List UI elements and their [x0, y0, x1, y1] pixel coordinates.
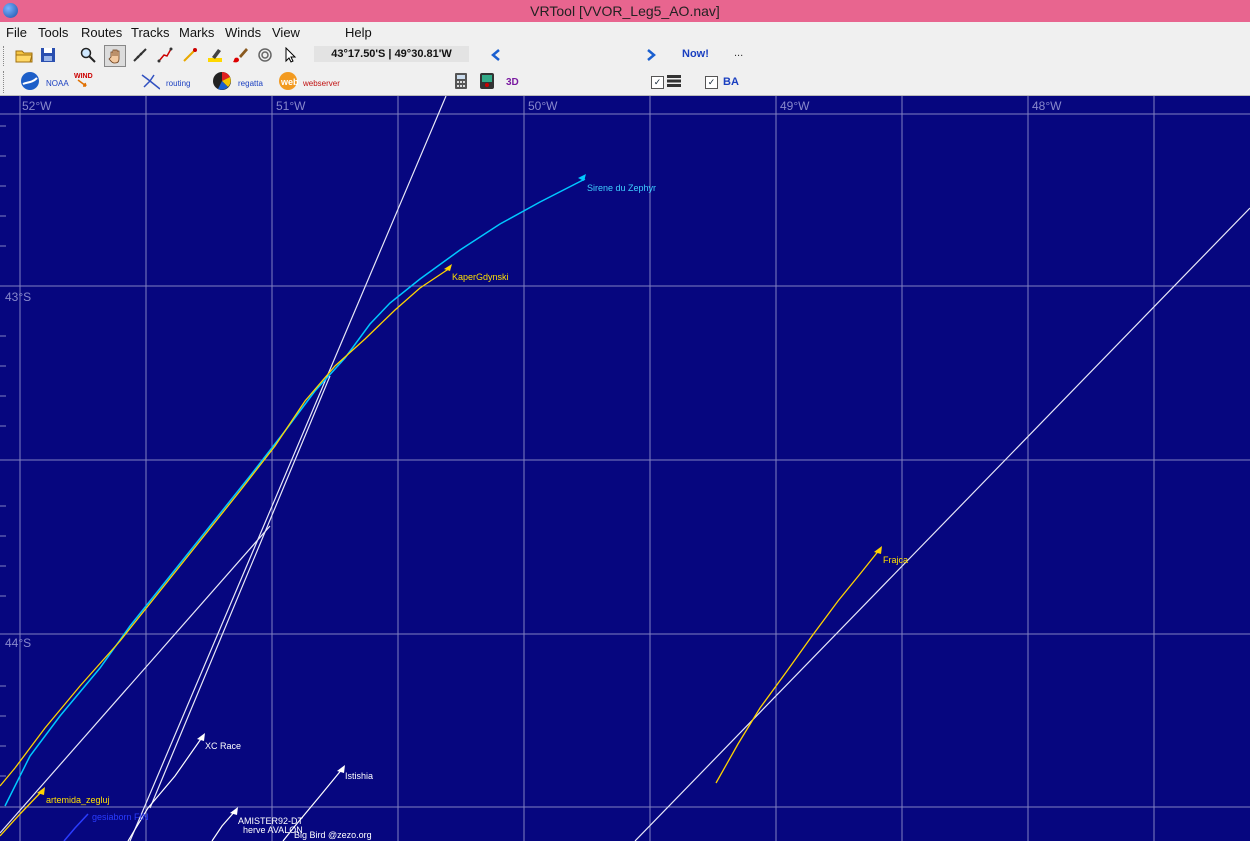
boat-label-xc-race[interactable]: XC Race: [205, 741, 241, 751]
boat-label-frajca[interactable]: Frajca: [883, 555, 908, 565]
webserver-label[interactable]: webserver: [303, 79, 340, 88]
previous-hour-icon[interactable]: [486, 45, 506, 65]
menu-marks[interactable]: Marks: [179, 25, 214, 40]
menu-tracks[interactable]: Tracks: [131, 25, 170, 40]
next-hour-icon[interactable]: [641, 45, 661, 65]
map-canvas[interactable]: 52°W 51°W 50°W 49°W 48°W 43°S 44°S Siren…: [0, 96, 1250, 841]
sirene-boat-icon[interactable]: [578, 174, 586, 181]
amister-boat-icon[interactable]: [230, 807, 238, 815]
routing-label[interactable]: routing: [166, 79, 190, 88]
noaa-label[interactable]: NOAA: [46, 79, 69, 88]
routing-icon[interactable]: [140, 71, 160, 91]
frajca-boat-icon[interactable]: [874, 546, 882, 554]
boat-label-gesiaborn[interactable]: gesiaborn FIN: [92, 812, 149, 822]
track-artemida[interactable]: [0, 789, 44, 837]
menu-help[interactable]: Help: [345, 25, 372, 40]
menu-bar: File Tools Routes Tracks Marks Winds Vie…: [0, 22, 1250, 43]
svg-text:web: web: [280, 77, 298, 87]
secondary-toolbar: NOAA WIND routing regatta web webserver …: [0, 68, 1250, 96]
artemida-boat-icon[interactable]: [37, 787, 45, 795]
lon-label-48w: 48°W: [1032, 99, 1062, 113]
menu-routes[interactable]: Routes: [81, 25, 122, 40]
track-frajca[interactable]: [715, 548, 881, 784]
boat-label-kapergdynski[interactable]: KaperGdynski: [452, 272, 509, 282]
istishia-boat-icon[interactable]: [337, 765, 345, 773]
ba-checkbox[interactable]: ✓: [705, 76, 718, 89]
chart-map[interactable]: 52°W 51°W 50°W 49°W 48°W 43°S 44°S Siren…: [0, 96, 1250, 841]
regatta-label[interactable]: regatta: [238, 79, 263, 88]
now-button[interactable]: Now!: [682, 48, 709, 60]
white-route-lines: [0, 96, 1250, 841]
hand-pan-icon[interactable]: [104, 45, 126, 67]
toolbar2-grip[interactable]: [3, 71, 7, 93]
gps-device-icon[interactable]: [477, 71, 497, 91]
save-icon[interactable]: [38, 45, 58, 65]
menu-file[interactable]: File: [6, 25, 27, 40]
boat-label-big-bird[interactable]: Big Bird @zezo.org: [294, 830, 372, 840]
wind-icon[interactable]: [76, 77, 90, 91]
track-gesiaborn[interactable]: [63, 813, 89, 841]
zoom-icon[interactable]: [78, 45, 98, 65]
pointer-icon[interactable]: [280, 45, 300, 65]
cursor-coordinates: 43°17.50'S | 49°30.81'W: [314, 46, 469, 62]
brush-icon[interactable]: [230, 45, 250, 65]
measure-icon[interactable]: [130, 45, 150, 65]
layers-icon[interactable]: [666, 73, 682, 89]
open-folder-icon[interactable]: [14, 45, 34, 65]
lat-label-44s: 44°S: [5, 636, 31, 650]
more-button[interactable]: ...: [734, 47, 743, 59]
lon-label-49w: 49°W: [780, 99, 810, 113]
lon-label-50w: 50°W: [528, 99, 558, 113]
calculator-icon[interactable]: [451, 71, 471, 91]
target-icon[interactable]: [255, 45, 275, 65]
main-toolbar: 43°17.50'S | 49°30.81'W 0 12 24 36 48 60…: [0, 43, 1250, 103]
track-amister[interactable]: [211, 809, 237, 841]
scale-ticks: [0, 125, 6, 777]
ba-label: BA: [723, 76, 739, 88]
webserver-icon[interactable]: web: [278, 71, 298, 91]
toolbar-grip[interactable]: [3, 46, 7, 66]
noaa-icon[interactable]: [20, 71, 40, 91]
boat-label-istishia[interactable]: Istishia: [345, 771, 373, 781]
track-kapergdynski[interactable]: [0, 267, 451, 787]
lon-label-52w: 52°W: [22, 99, 52, 113]
xc-race-boat-icon[interactable]: [197, 733, 205, 741]
kaper-boat-icon[interactable]: [444, 264, 452, 271]
route-icon[interactable]: [155, 45, 175, 65]
menu-tools[interactable]: Tools: [38, 25, 68, 40]
lon-label-51w: 51°W: [276, 99, 306, 113]
highlight-icon[interactable]: [205, 45, 225, 65]
track-xc-race[interactable]: [127, 735, 204, 841]
lat-label-43s: 43°S: [5, 290, 31, 304]
boat-label-artemida[interactable]: artemida_zegluj: [46, 795, 110, 805]
boat-label-sirene[interactable]: Sirene du Zephyr: [587, 183, 656, 193]
mark-icon[interactable]: [180, 45, 200, 65]
menu-winds[interactable]: Winds: [225, 25, 261, 40]
grid-lines: [0, 96, 1250, 841]
window-title: VRTool [VVOR_Leg5_AO.nav]: [530, 3, 720, 19]
title-bar: VRTool [VVOR_Leg5_AO.nav]: [0, 0, 1250, 22]
3d-button[interactable]: 3D: [506, 77, 519, 88]
menu-view[interactable]: View: [272, 25, 300, 40]
layers-checkbox[interactable]: ✓: [651, 76, 664, 89]
regatta-icon[interactable]: [212, 71, 232, 91]
